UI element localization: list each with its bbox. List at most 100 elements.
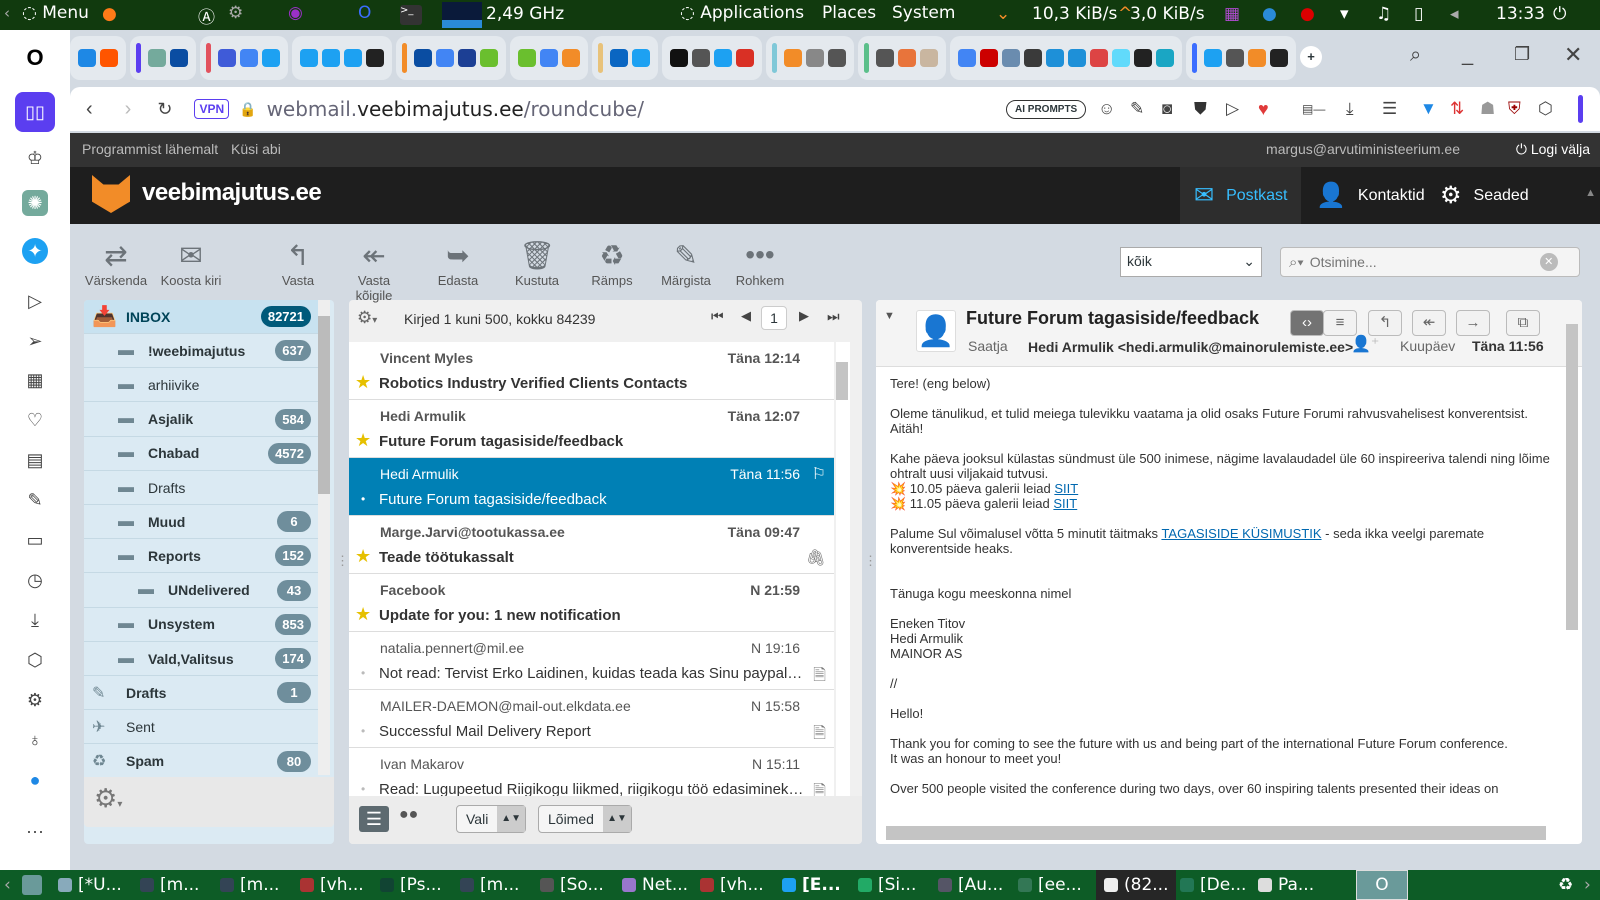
search-input[interactable]: [1309, 254, 1540, 270]
read-status-dot-icon[interactable]: •: [361, 666, 365, 680]
tab-favicon[interactable]: [480, 48, 498, 67]
message-row[interactable]: natalia.pennert@mil.ee N 19:16 Not read: T…: [349, 632, 834, 690]
twitter-icon[interactable]: ✦: [22, 238, 48, 264]
forward-button[interactable]: →: [1456, 310, 1490, 336]
folder-item[interactable]: ▬ Asjalik 584: [84, 403, 319, 437]
search-box[interactable]: ⌕▾ ✕: [1280, 247, 1580, 277]
tab-favicon[interactable]: [806, 48, 824, 67]
camera-icon[interactable]: ◙: [1162, 99, 1172, 119]
document-icon[interactable]: 🗎: [813, 664, 826, 691]
message-row[interactable]: Hedi Armulik Täna 11:56 Future Forum tagas…: [349, 458, 834, 516]
chatgpt-icon[interactable]: ✺: [22, 190, 48, 216]
folder-item[interactable]: ♻ Spam 80: [84, 745, 319, 779]
url-field[interactable]: webmail.veebimajutus.ee/roundcube/: [267, 97, 644, 121]
firefox-icon[interactable]: ●: [102, 4, 117, 24]
star-flag-icon[interactable]: ★: [355, 430, 371, 451]
record-icon[interactable]: ●: [1300, 4, 1315, 24]
gallery-link-1[interactable]: SIIT: [1054, 481, 1078, 496]
taskbar-active-opera[interactable]: O: [1356, 870, 1408, 900]
panel-left-arrow[interactable]: ‹: [4, 4, 10, 22]
tab-island-handle[interactable]: [402, 42, 407, 73]
feedback-survey-link[interactable]: TAGASISIDE KÜSIMUSTIK: [1161, 526, 1321, 541]
lightbulb-icon[interactable]: ♁: [22, 727, 48, 753]
tab-favicon[interactable]: [540, 48, 558, 67]
more-icon[interactable]: ···: [22, 818, 48, 844]
taskbar-window[interactable]: [ee...: [1018, 870, 1082, 900]
extension-arrows-icon[interactable]: ⇅: [1450, 99, 1464, 119]
restore-button[interactable]: ❐: [1514, 44, 1530, 65]
tab-island-handle[interactable]: [772, 42, 777, 73]
add-contact-icon[interactable]: 👤⁺: [1351, 334, 1379, 354]
volume-muted-icon[interactable]: ◂: [1450, 4, 1459, 24]
document-icon[interactable]: 🗎: [813, 780, 826, 796]
help-link[interactable]: Küsi abi: [231, 141, 281, 157]
tab-favicon[interactable]: [1002, 48, 1020, 67]
tab-island-handle[interactable]: [206, 42, 211, 73]
taskbar-window[interactable]: Pa...: [1258, 870, 1314, 900]
tab-favicon[interactable]: [458, 48, 476, 67]
message-row[interactable]: Facebook N 21:59 Update for you: 1 new not…: [349, 574, 834, 632]
tab-favicon[interactable]: [1156, 48, 1174, 67]
star-flag-icon[interactable]: ★: [355, 546, 371, 567]
flag-icon[interactable]: ⚐: [812, 464, 826, 484]
gallery-link-2[interactable]: SIIT: [1053, 496, 1077, 511]
applications-menu[interactable]: ◌ Applications: [680, 3, 804, 23]
message-row[interactable]: Marge.Jarvi@tootukassa.ee Täna 09:47 Teade…: [349, 516, 834, 574]
message-row[interactable]: MAILER-DAEMON@mail-out.elkdata.ee N 15:58…: [349, 690, 834, 748]
tab-favicon[interactable]: [898, 48, 916, 67]
folder-scrollbar[interactable]: [318, 300, 330, 775]
mark-button[interactable]: ✎ Märgista: [654, 239, 718, 288]
star-flag-icon[interactable]: ★: [355, 372, 371, 393]
read-status-dot-icon[interactable]: •: [361, 724, 365, 738]
tab-favicon[interactable]: [1046, 48, 1064, 67]
tab-favicon[interactable]: [1090, 48, 1108, 67]
tab-favicon[interactable]: [1068, 48, 1086, 67]
audio-recorder-icon[interactable]: ▦: [1224, 4, 1240, 24]
magnifier-app-icon[interactable]: Ⓐ: [198, 3, 215, 28]
system-menu[interactable]: System: [892, 3, 955, 23]
taskbar-left-arrow[interactable]: ‹: [4, 870, 11, 900]
places-menu[interactable]: Places: [822, 3, 876, 23]
read-status-dot-icon[interactable]: •: [361, 782, 365, 796]
folder-splitter[interactable]: ⋮: [336, 553, 349, 569]
tab-favicon[interactable]: [436, 48, 454, 67]
chat-icon[interactable]: ●: [22, 767, 48, 793]
first-page-button[interactable]: ⏮: [711, 308, 724, 325]
tab-favicon[interactable]: [322, 48, 340, 67]
tab-favicon[interactable]: [980, 48, 998, 67]
tab-favicon[interactable]: [692, 48, 710, 67]
read-status-dot-icon[interactable]: •: [361, 492, 365, 506]
opera-logo-icon[interactable]: O: [22, 45, 48, 71]
back-button[interactable]: ‹: [86, 98, 93, 121]
next-page-button[interactable]: ▶: [799, 308, 809, 324]
taskbar-window[interactable]: [So...: [540, 870, 604, 900]
message-row[interactable]: Vincent Myles Täna 12:14 Robotics Industry…: [349, 342, 834, 400]
folder-item[interactable]: ▬ Vald,Valitsus 174: [84, 642, 319, 676]
tab-favicon[interactable]: [344, 48, 362, 67]
threads-menu-button[interactable]: Lõimed ▲▼: [538, 805, 632, 833]
list-view-button[interactable]: ☰: [359, 806, 389, 832]
tab-island-handle[interactable]: [1192, 42, 1197, 73]
nav-settings[interactable]: ⚙ Seaded: [1426, 167, 1543, 224]
tab-favicon[interactable]: [784, 48, 802, 67]
message-list-scrollbar[interactable]: [836, 342, 850, 796]
taskbar-window[interactable]: [E...: [782, 870, 841, 900]
tab-island-handle[interactable]: [136, 42, 141, 73]
refresh-button[interactable]: ⇄ Värskenda: [84, 239, 148, 288]
reply-button[interactable]: ↰: [1368, 310, 1402, 336]
player-icon[interactable]: ▷: [22, 288, 48, 314]
tab-favicon[interactable]: [828, 48, 846, 67]
apps-grid-icon[interactable]: ▦: [22, 367, 48, 393]
junk-button[interactable]: ♻ Rämps: [580, 239, 644, 288]
extension-diamond-icon[interactable]: ▼: [1420, 99, 1437, 119]
tab-favicon[interactable]: [100, 48, 118, 67]
nav-contacts[interactable]: 👤 Kontaktid: [1302, 167, 1439, 224]
attachment-icon[interactable]: 🖇: [806, 548, 826, 568]
folder-item[interactable]: ▬ Muud 6: [84, 505, 319, 540]
preview-horizontal-scrollbar[interactable]: [886, 826, 1546, 840]
notification-bell-icon[interactable]: ♫: [1376, 4, 1391, 24]
sidebar-toggle[interactable]: [1578, 95, 1583, 123]
taskbar-window[interactable]: [Ps...: [380, 870, 442, 900]
forward-button[interactable]: ➥ Edasta: [426, 239, 490, 288]
new-tab-button[interactable]: +: [1300, 46, 1322, 68]
